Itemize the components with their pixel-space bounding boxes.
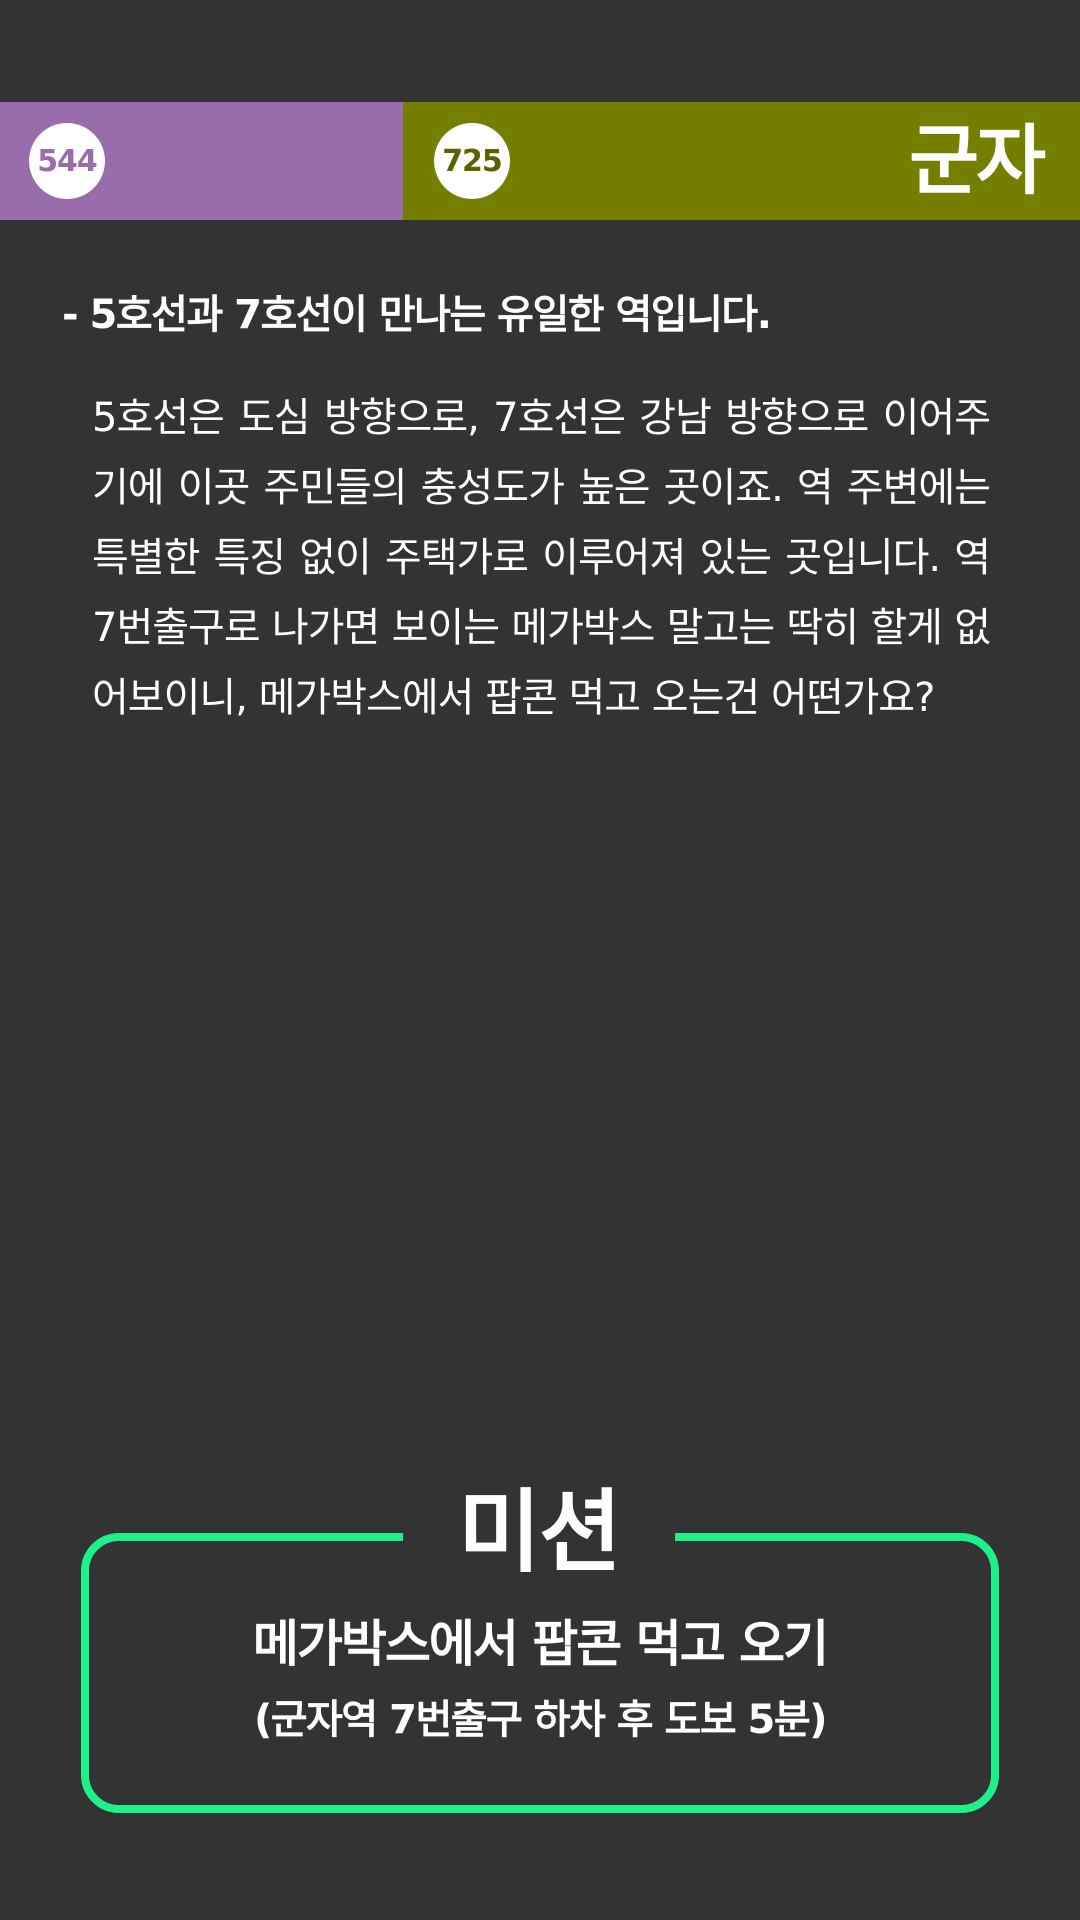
mission-title-container: 미션 [403, 1478, 675, 1588]
station-name: 군자 [909, 116, 1046, 205]
line-5-segment: 544 [0, 102, 403, 220]
mission-title: 미션 [458, 1480, 622, 1585]
station-description: 5호선은 도심 방향으로, 7호선은 강남 방향으로 이어주기에 이곳 주민들의… [92, 395, 991, 721]
line-5-station-number-badge: 544 [29, 123, 105, 199]
mission-task: 메가박스에서 팝콘 먹고 오기 [252, 1615, 829, 1673]
line-7-segment: 725 군자 [403, 102, 1080, 220]
line-7-station-number-badge: 725 [434, 123, 510, 199]
mission-detail: (군자역 7번출구 하차 후 도보 5분) [254, 1697, 827, 1743]
station-headline: - 5호선과 7호선이 만나는 유일한 역입니다. [62, 292, 772, 338]
station-header: 544 725 군자 [0, 102, 1080, 220]
